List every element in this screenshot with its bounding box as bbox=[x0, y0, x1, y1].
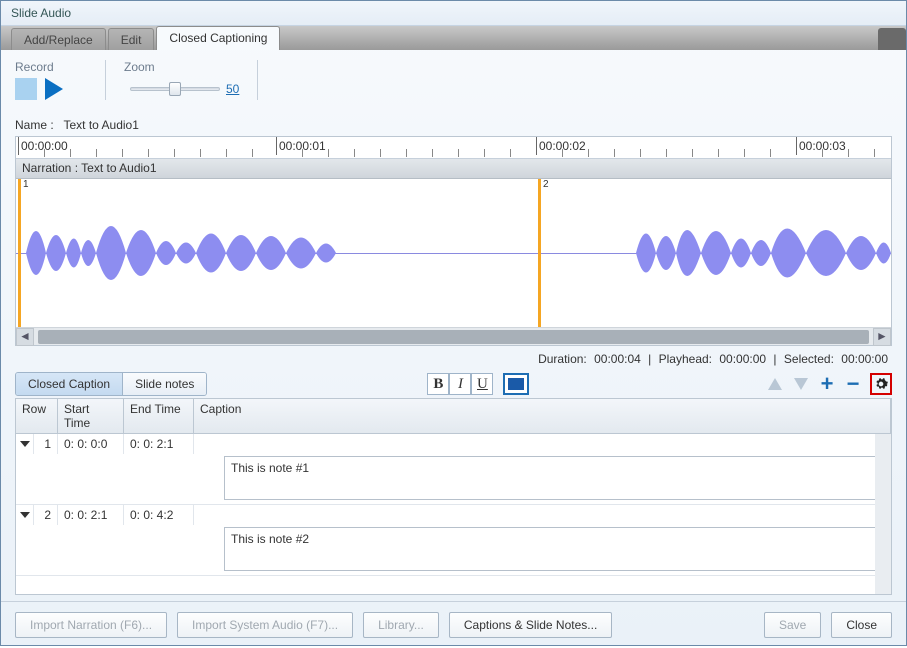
slide-audio-window: Slide Audio Add/Replace Edit Closed Capt… bbox=[0, 0, 907, 646]
caption-text-input[interactable]: This is note #2 bbox=[224, 527, 889, 571]
playhead-label: Playhead: bbox=[659, 352, 712, 366]
row-end-time[interactable]: 0: 0: 4:2 bbox=[124, 505, 194, 525]
gear-icon bbox=[874, 377, 888, 391]
chevron-down-icon bbox=[20, 512, 30, 518]
duration-label: Duration: bbox=[538, 352, 587, 366]
row-caption-cell[interactable] bbox=[194, 505, 891, 525]
row-index: 1 bbox=[34, 434, 58, 454]
tab-add-replace[interactable]: Add/Replace bbox=[11, 28, 106, 50]
arrow-up-icon bbox=[768, 378, 782, 390]
record-label: Record bbox=[15, 60, 63, 74]
remove-caption-button[interactable]: − bbox=[844, 375, 862, 393]
record-button[interactable] bbox=[15, 78, 37, 100]
zoom-slider-thumb[interactable] bbox=[169, 82, 181, 96]
captions-slide-notes-button[interactable]: Captions & Slide Notes... bbox=[449, 612, 612, 638]
play-button[interactable] bbox=[45, 78, 63, 100]
move-up-button[interactable] bbox=[766, 375, 784, 393]
italic-button[interactable]: I bbox=[449, 373, 471, 395]
caption-marker-2[interactable] bbox=[538, 179, 541, 327]
subtab-closed-caption[interactable]: Closed Caption bbox=[16, 373, 123, 395]
row-end-time[interactable]: 0: 0: 2:1 bbox=[124, 434, 194, 454]
toolbar-divider bbox=[105, 60, 106, 100]
col-end-time[interactable]: End Time bbox=[124, 399, 194, 433]
dialog-footer: Import Narration (F6)... Import System A… bbox=[1, 601, 906, 648]
move-down-button[interactable] bbox=[792, 375, 810, 393]
close-button[interactable]: Close bbox=[831, 612, 892, 638]
settings-button[interactable] bbox=[870, 373, 892, 395]
add-caption-button[interactable]: + bbox=[818, 375, 836, 393]
col-caption[interactable]: Caption bbox=[194, 399, 891, 433]
tab-closed-captioning[interactable]: Closed Captioning bbox=[156, 26, 280, 50]
col-start-time[interactable]: Start Time bbox=[58, 399, 124, 433]
import-system-audio-button[interactable]: Import System Audio (F7)... bbox=[177, 612, 353, 638]
caption-row[interactable]: 1 0: 0: 0:0 0: 0: 2:1 This is note #1 bbox=[16, 434, 891, 505]
row-start-time[interactable]: 0: 0: 2:1 bbox=[58, 505, 124, 525]
toolbar-divider-2 bbox=[257, 60, 258, 100]
playhead-value: 00:00:00 bbox=[719, 352, 766, 366]
duration-value: 00:00:04 bbox=[594, 352, 641, 366]
arrow-down-icon bbox=[794, 378, 808, 390]
grid-vertical-scrollbar[interactable] bbox=[875, 434, 891, 594]
chevron-down-icon bbox=[20, 441, 30, 447]
grid-header-row: Row Start Time End Time Caption bbox=[16, 399, 891, 434]
caption-row[interactable]: 2 0: 0: 2:1 0: 0: 4:2 This is note #2 bbox=[16, 505, 891, 576]
row-caption-cell[interactable] bbox=[194, 434, 891, 454]
text-color-button[interactable] bbox=[503, 373, 529, 395]
waveform bbox=[16, 179, 891, 327]
caption-marker-2-label: 2 bbox=[542, 179, 550, 190]
bold-button[interactable]: B bbox=[427, 373, 449, 395]
status-bar: Duration: 00:00:04 | Playhead: 00:00:00 … bbox=[15, 346, 892, 372]
caption-text-input[interactable]: This is note #1 bbox=[224, 456, 889, 500]
audio-name-row: Name : Text to Audio1 bbox=[15, 118, 892, 132]
row-expand-toggle[interactable] bbox=[16, 505, 34, 525]
zoom-slider[interactable] bbox=[130, 87, 220, 91]
caption-marker-1[interactable] bbox=[18, 179, 21, 327]
scroll-left-arrow[interactable]: ◄ bbox=[16, 328, 34, 346]
selected-value: 00:00:00 bbox=[841, 352, 888, 366]
timeline: 00:00:00 00:00:01 00:00:02 00:00:03 Narr… bbox=[15, 136, 892, 346]
zoom-value[interactable]: 50 bbox=[226, 82, 239, 96]
caption-subtabs: Closed Caption Slide notes bbox=[15, 372, 207, 396]
waveform-area[interactable]: 1 2 bbox=[16, 179, 891, 327]
save-button[interactable]: Save bbox=[764, 612, 821, 638]
selected-label: Selected: bbox=[784, 352, 834, 366]
tabbar-end bbox=[878, 28, 906, 50]
main-tabbar: Add/Replace Edit Closed Captioning bbox=[1, 26, 906, 50]
caption-marker-1-label: 1 bbox=[22, 179, 30, 190]
scroll-thumb[interactable] bbox=[38, 330, 869, 344]
row-index: 2 bbox=[34, 505, 58, 525]
name-value: Text to Audio1 bbox=[64, 118, 139, 132]
time-ruler[interactable]: 00:00:00 00:00:01 00:00:02 00:00:03 bbox=[16, 137, 891, 159]
window-title: Slide Audio bbox=[1, 1, 906, 26]
tab-edit[interactable]: Edit bbox=[108, 28, 155, 50]
row-start-time[interactable]: 0: 0: 0:0 bbox=[58, 434, 124, 454]
underline-button[interactable]: U bbox=[471, 373, 493, 395]
col-row[interactable]: Row bbox=[16, 399, 58, 433]
library-button[interactable]: Library... bbox=[363, 612, 439, 638]
zoom-label: Zoom bbox=[124, 60, 239, 74]
timeline-scrollbar[interactable]: ◄ ► bbox=[16, 327, 891, 345]
name-label: Name : bbox=[15, 118, 54, 132]
caption-grid: Row Start Time End Time Caption 1 0: 0: … bbox=[15, 398, 892, 595]
narration-label: Narration : Text to Audio1 bbox=[16, 159, 891, 179]
plus-icon: + bbox=[821, 377, 834, 391]
subtab-slide-notes[interactable]: Slide notes bbox=[123, 373, 206, 395]
row-expand-toggle[interactable] bbox=[16, 434, 34, 454]
scroll-right-arrow[interactable]: ► bbox=[873, 328, 891, 346]
import-narration-button[interactable]: Import Narration (F6)... bbox=[15, 612, 167, 638]
minus-icon: − bbox=[847, 377, 860, 391]
